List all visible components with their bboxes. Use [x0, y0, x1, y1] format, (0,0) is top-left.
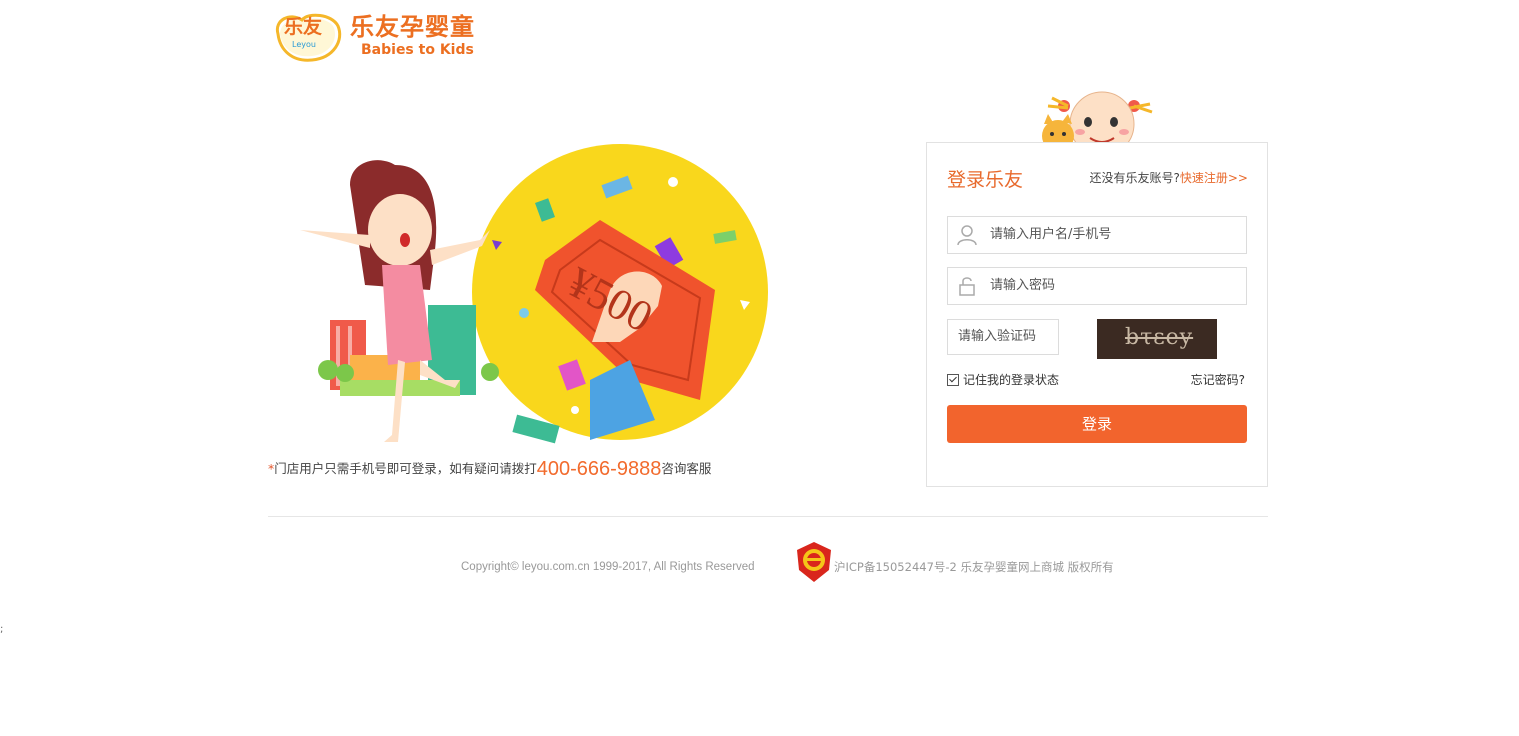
store-user-notice: *门店用户只需手机号即可登录，如有疑问请拨打400-666-9888咨询客服	[268, 458, 711, 480]
captcha-image[interactable]: bτεey	[1097, 319, 1217, 359]
login-button[interactable]: 登录	[947, 405, 1247, 443]
footer-divider	[268, 516, 1268, 517]
captcha-input[interactable]: 请输入验证码	[947, 319, 1059, 355]
hero-illustration: ¥500	[270, 80, 780, 450]
remember-me[interactable]: 记住我的登录状态	[947, 372, 1059, 388]
forgot-password-link[interactable]: 忘记密码?	[1191, 372, 1245, 388]
no-account-text: 还没有乐友账号?	[1089, 171, 1180, 185]
brand-name: 乐友孕婴童	[350, 13, 475, 41]
stray-text: ;	[0, 624, 4, 635]
notice-suffix: 咨询客服	[661, 461, 712, 476]
lock-icon	[959, 277, 975, 296]
captcha-text: bτεey	[1125, 325, 1194, 350]
password-field[interactable]: 请输入密码	[947, 267, 1247, 305]
register-link[interactable]: 快速注册>>	[1180, 171, 1248, 185]
license-emblem-icon	[797, 542, 831, 582]
username-field[interactable]: 请输入用户名/手机号	[947, 216, 1247, 254]
notice-text: 门店用户只需手机号即可登录，如有疑问请拨打	[274, 461, 537, 476]
service-phone: 400-666-9888	[536, 458, 662, 480]
username-placeholder: 请输入用户名/手机号	[990, 227, 1112, 242]
promo-illustration-icon	[290, 144, 768, 444]
business-license-badge[interactable]	[795, 540, 833, 584]
password-placeholder: 请输入密码	[990, 278, 1056, 293]
register-prompt: 还没有乐友账号?快速注册>>	[1090, 170, 1249, 186]
login-title: 登录乐友	[947, 169, 1024, 191]
captcha-placeholder: 请输入验证码	[958, 329, 1037, 344]
logo-badge-text: 乐友	[284, 16, 323, 38]
copyright-text: Copyright© leyou.com.cn 1999-2017, All R…	[461, 561, 755, 573]
logo-badge-small-text: Leyou	[292, 40, 316, 49]
user-icon	[957, 225, 977, 246]
brand-slogan: Babies to Kids	[361, 42, 474, 58]
icp-text: 沪ICP备15052447号-2 乐友孕婴童网上商城 版权所有	[834, 560, 1114, 574]
remember-checkbox[interactable]	[947, 374, 959, 386]
login-panel: 登录乐友 还没有乐友账号?快速注册>> 请输入用户名/手机号 请输入密码 请输入…	[926, 142, 1268, 487]
remember-label: 记住我的登录状态	[963, 373, 1060, 387]
